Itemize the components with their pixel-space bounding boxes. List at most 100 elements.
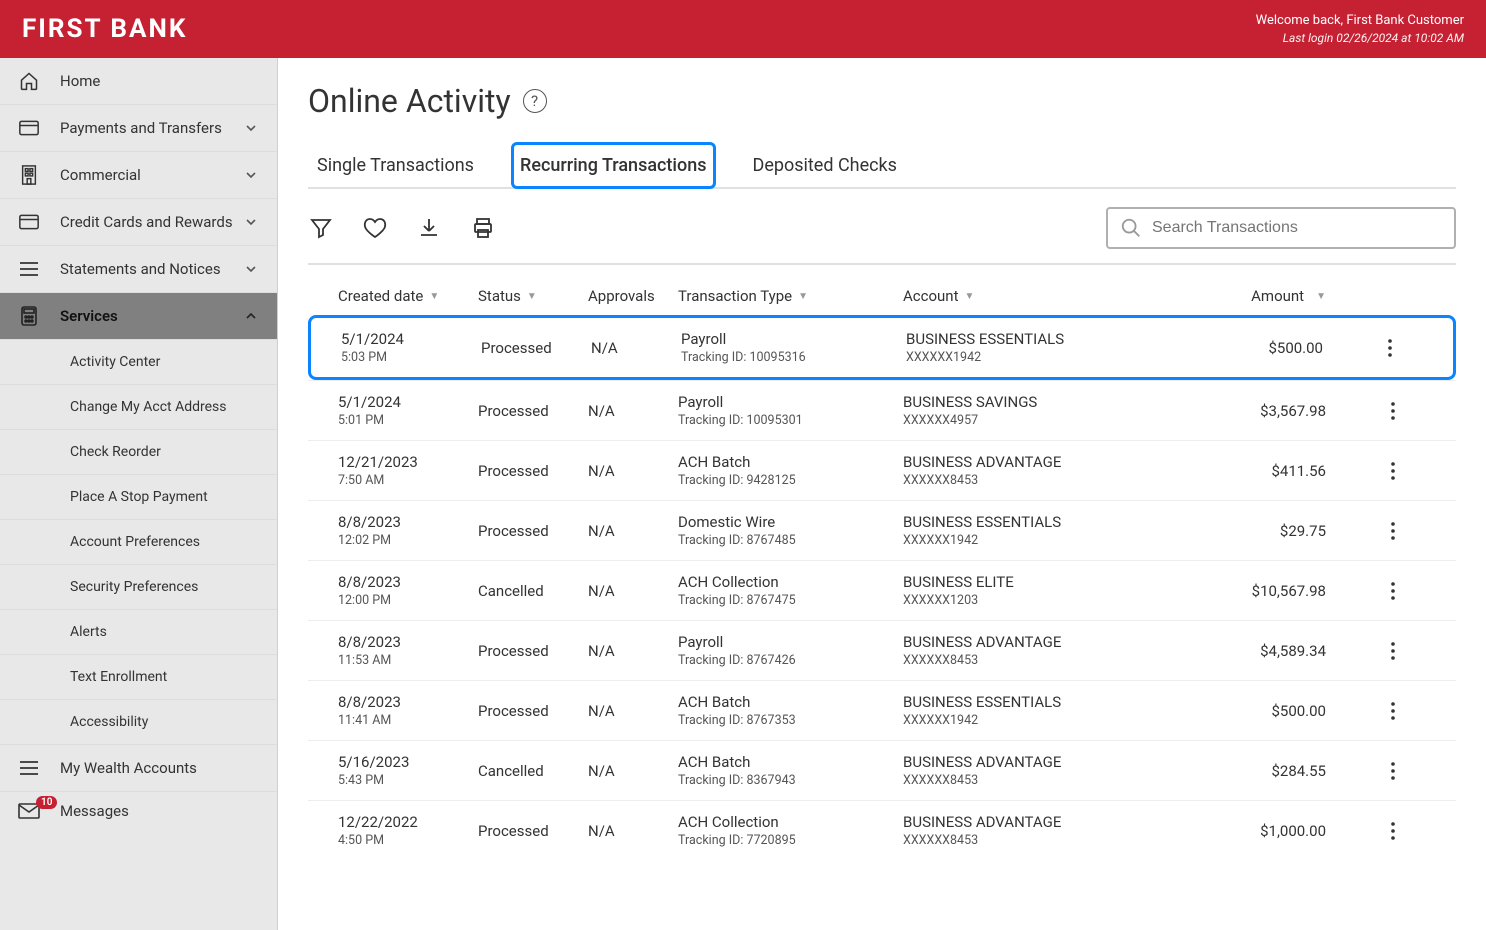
col-account[interactable]: Account ▼ [903,287,1203,305]
cell-date: 8/8/202311:53 AM [338,633,478,668]
cell-tracking-value: Tracking ID: 10095316 [681,350,906,365]
cell-type-value: ACH Batch [678,693,903,711]
tab-single[interactable]: Single Transactions [308,142,483,189]
cell-date-value: 8/8/2023 [338,633,478,651]
print-icon[interactable] [470,215,496,241]
help-icon[interactable]: ? [523,89,547,113]
row-actions-button[interactable] [1386,817,1426,845]
table-row[interactable]: 12/21/20237:50 AMProcessedN/AACH BatchTr… [308,440,1456,500]
cell-tracking-value: Tracking ID: 8767475 [678,593,903,608]
sub-check-reorder[interactable]: Check Reorder [0,430,277,475]
table-row[interactable]: 8/8/202311:53 AMProcessedN/APayrollTrack… [308,620,1456,680]
sort-caret-icon: ▼ [798,291,808,302]
sub-account-preferences[interactable]: Account Preferences [0,520,277,565]
cell-date: 8/8/2023 12:02 PM [338,513,478,548]
search-box[interactable] [1106,207,1456,249]
cell-type-value: ACH Collection [678,813,903,831]
cell-date: 5/16/20235:43 PM [338,753,478,788]
cell-account-value: BUSINESS ELITE [903,573,1203,591]
cell-amount: $500.00 [1206,339,1383,357]
table-row[interactable]: 12/22/20224:50 PMProcessedN/AACH Collect… [308,800,1456,860]
cell-amount: $29.75 [1203,522,1386,540]
table-row[interactable]: 5/1/20245:01 PMProcessedN/APayrollTracki… [308,380,1456,440]
table-row[interactable]: 5/16/20235:43 PMCancelledN/AACH BatchTra… [308,740,1456,800]
nav-home[interactable]: Home [0,58,277,105]
cell-type: Payroll Tracking ID: 10095316 [681,330,906,365]
download-icon[interactable] [416,215,442,241]
cell-approvals: N/A [588,462,678,480]
nav-services[interactable]: Services [0,293,277,340]
nav-label: Payments and Transfers [60,119,245,137]
sub-security-preferences[interactable]: Security Preferences [0,565,277,610]
menu-icon [18,757,40,779]
table-row[interactable]: 8/8/202311:41 AMProcessedN/AACH BatchTra… [308,680,1456,740]
row-actions-button[interactable] [1386,757,1426,785]
row-actions-button[interactable] [1386,577,1426,605]
nav-payments[interactable]: Payments and Transfers [0,105,277,152]
welcome-text: Welcome back, First Bank Customer [1256,12,1464,30]
sub-activity-center[interactable]: Activity Center [0,340,277,385]
col-status[interactable]: Status ▼ [478,287,588,305]
cell-account-value: BUSINESS ADVANTAGE [903,453,1203,471]
col-type[interactable]: Transaction Type ▼ [678,287,903,305]
cell-amount: $284.55 [1203,762,1386,780]
cell-approvals: N/A [588,582,678,600]
table-row[interactable]: 5/1/20245:03 PMProcessedN/APayroll Tracki… [308,315,1456,380]
tool-icons [308,215,496,241]
row-actions-button[interactable] [1386,697,1426,725]
sub-text-enrollment[interactable]: Text Enrollment [0,655,277,700]
kebab-icon [1390,581,1396,601]
cell-amount: $500.00 [1203,702,1386,720]
cell-date: 5/1/20245:01 PM [338,393,478,428]
cell-date-value: 12/22/2022 [338,813,478,831]
cell-type-value: Payroll [681,330,906,348]
nav-statements[interactable]: Statements and Notices [0,246,277,293]
nav-commercial[interactable]: Commercial [0,152,277,199]
nav-credit-cards[interactable]: Credit Cards and Rewards [0,199,277,246]
row-actions-button[interactable] [1386,637,1426,665]
cell-type: ACH BatchTracking ID: 9428125 [678,453,903,488]
cell-amount: $3,567.98 [1203,402,1386,420]
cell-approvals: N/A [588,762,678,780]
col-date[interactable]: Created date ▼ [338,287,478,305]
row-actions-button[interactable] [1386,457,1426,485]
welcome-block: Welcome back, First Bank Customer Last l… [1256,12,1464,47]
filter-icon[interactable] [308,215,334,241]
cell-time-value: 12:02 PM [338,533,478,548]
sub-stop-payment[interactable]: Place A Stop Payment [0,475,277,520]
nav-messages[interactable]: 10 Messages [0,792,277,830]
cell-date-value: 8/8/2023 [338,513,478,531]
row-actions-button[interactable] [1386,397,1426,425]
cell-account-value: BUSINESS ADVANTAGE [903,633,1203,651]
cell-approvals: N/A [591,339,681,357]
row-actions-button[interactable] [1383,334,1423,362]
cell-account: BUSINESS ESSENTIALSXXXXXX1942 [903,693,1203,728]
table-row[interactable]: 8/8/202312:00 PMCancelledN/AACH Collecti… [308,560,1456,620]
sub-accessibility[interactable]: Accessibility [0,700,277,745]
row-actions-button[interactable] [1386,517,1426,545]
cell-type-value: ACH Batch [678,753,903,771]
cell-status: Processed [481,339,591,357]
sub-alerts[interactable]: Alerts [0,610,277,655]
col-approvals[interactable]: Approvals [588,287,678,305]
header: FIRST BANK Welcome back, First Bank Cust… [0,0,1486,58]
messages-badge: 10 [36,796,57,809]
nav-wealth[interactable]: My Wealth Accounts [0,745,277,792]
cell-date: 5/1/20245:03 PM [341,330,481,365]
card-icon [18,117,40,139]
col-amount[interactable]: Amount ▼ [1203,287,1386,305]
table-row[interactable]: 8/8/202312:02 PMProcessedN/ADomestic Wir… [308,500,1456,560]
tab-recurring[interactable]: Recurring Transactions [511,142,716,189]
sub-change-address[interactable]: Change My Acct Address [0,385,277,430]
chevron-down-icon [245,122,259,134]
search-input[interactable] [1152,219,1442,237]
cell-tracking-value: Tracking ID: 10095301 [678,413,903,428]
cell-acctmask-value: XXXXXX8453 [903,653,1203,668]
tab-deposited[interactable]: Deposited Checks [744,142,906,189]
cell-tracking-value: Tracking ID: 8767353 [678,713,903,728]
favorite-icon[interactable] [362,215,388,241]
cell-account: BUSINESS ESSENTIALSXXXXXX1942 [906,330,1206,365]
nav-label: Messages [60,802,129,820]
kebab-icon [1390,401,1396,421]
nav-label: Home [60,72,259,90]
